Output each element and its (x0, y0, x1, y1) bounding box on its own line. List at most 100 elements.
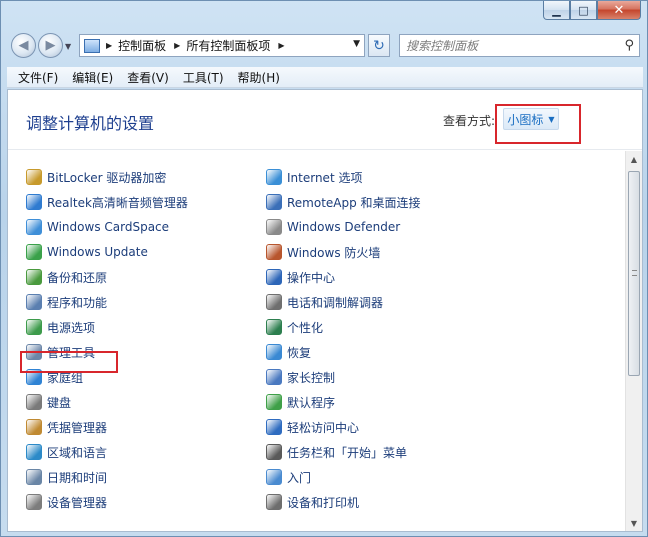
control-panel-item[interactable]: 恢复 (266, 342, 311, 362)
address-bar[interactable]: ▶ 控制面板 ▶ 所有控制面板项 ▶ ▼ (79, 34, 365, 57)
clock-icon (26, 469, 42, 485)
control-panel-item[interactable]: 设备管理器 (26, 492, 107, 512)
region-icon (26, 444, 42, 460)
control-panel-item[interactable]: 凭据管理器 (26, 417, 107, 437)
control-panel-item[interactable]: 家长控制 (266, 367, 335, 387)
control-panel-item[interactable]: Internet 选项 (266, 167, 362, 187)
windows-update-icon (26, 244, 42, 260)
getting-started-icon (266, 469, 282, 485)
control-panel-item[interactable]: 日期和时间 (26, 467, 107, 487)
control-panel-item-label: 电源选项 (47, 320, 96, 335)
control-panel-item[interactable]: Windows Update (26, 242, 148, 262)
control-panel-item[interactable]: 默认程序 (266, 392, 335, 412)
dropdown-arrow-icon: ▼ (548, 114, 555, 124)
control-panel-item-label: 键盘 (47, 395, 72, 410)
search-icon[interactable]: ⚲ (624, 38, 634, 53)
control-panel-item[interactable]: 键盘 (26, 392, 71, 412)
menu-help[interactable]: 帮助(H) (231, 69, 287, 86)
power-icon (26, 319, 42, 335)
realtek-audio-icon (26, 194, 42, 210)
menu-view[interactable]: 查看(V) (120, 69, 176, 86)
control-panel-item-label: 家庭组 (47, 370, 84, 385)
printer-icon (266, 494, 282, 510)
content-header: 调整计算机的设置 查看方式: 小图标 ▼ (8, 90, 642, 150)
control-panel-item-label: 日期和时间 (47, 470, 108, 485)
control-panel-item[interactable]: 区域和语言 (26, 442, 107, 462)
control-panel-item[interactable]: Realtek高清晰音频管理器 (26, 192, 188, 212)
control-panel-item[interactable]: 程序和功能 (26, 292, 107, 312)
breadcrumb-arrow-icon[interactable]: ▶ (106, 41, 112, 50)
page-title: 调整计算机的设置 (26, 114, 155, 133)
search-placeholder: 搜索控制面板 (406, 39, 479, 53)
control-panel-item-label: 管理工具 (47, 345, 96, 360)
control-panel-item-label: 凭据管理器 (47, 420, 108, 435)
address-dropdown-icon[interactable]: ▼ (353, 39, 360, 49)
maximize-button[interactable]: □ (570, 1, 597, 20)
breadcrumb-all-items[interactable]: 所有控制面板项 (186, 37, 270, 54)
control-panel-item[interactable]: 任务栏和「开始」菜单 (266, 442, 407, 462)
recent-pages-chevron-icon[interactable]: ▼ (65, 42, 71, 51)
control-panel-item-label: 任务栏和「开始」菜单 (287, 445, 408, 460)
menu-bar: 文件(F) 编辑(E) 查看(V) 工具(T) 帮助(H) (7, 67, 643, 88)
control-panel-item-label: 程序和功能 (47, 295, 108, 310)
control-panel-item[interactable]: Windows CardSpace (26, 217, 169, 237)
vertical-scrollbar[interactable]: ▲ ▼ (625, 151, 642, 531)
control-panel-item[interactable]: 备份和还原 (26, 267, 107, 287)
breadcrumb-arrow-icon[interactable]: ▶ (174, 41, 180, 50)
control-panel-item-label: 区域和语言 (47, 445, 108, 460)
control-panel-item[interactable]: 入门 (266, 467, 311, 487)
control-panel-item[interactable]: 设备和打印机 (266, 492, 359, 512)
view-by-dropdown[interactable]: 小图标 ▼ (503, 108, 559, 130)
forward-button[interactable]: ▶ (38, 33, 63, 58)
minimize-button[interactable]: ▁ (543, 1, 570, 20)
control-panel-item-label: RemoteApp 和桌面连接 (287, 195, 421, 210)
control-panel-item[interactable]: BitLocker 驱动器加密 (26, 167, 166, 187)
scrollbar-thumb[interactable] (628, 171, 640, 376)
control-panel-item[interactable]: 家庭组 (26, 367, 83, 387)
control-panel-item[interactable]: RemoteApp 和桌面连接 (266, 192, 421, 212)
view-by-value: 小图标 (507, 112, 544, 127)
cardspace-icon (26, 219, 42, 235)
refresh-button[interactable]: ↻ (368, 34, 390, 57)
control-panel-item[interactable]: 电话和调制解调器 (266, 292, 383, 312)
backup-icon (26, 269, 42, 285)
control-panel-item-label: 家长控制 (287, 370, 336, 385)
control-panel-item[interactable]: Windows 防火墙 (266, 242, 380, 262)
control-panel-item[interactable]: Windows Defender (266, 217, 400, 237)
keyboard-icon (26, 394, 42, 410)
control-panel-item-label: 设备和打印机 (287, 495, 360, 510)
search-input[interactable]: 搜索控制面板 ⚲ (399, 34, 640, 57)
menu-edit[interactable]: 编辑(E) (65, 69, 120, 86)
control-panel-item-label: 入门 (287, 470, 312, 485)
control-panel-item[interactable]: 管理工具 (26, 342, 95, 362)
homegroup-icon (26, 369, 42, 385)
control-panel-item[interactable]: 操作中心 (266, 267, 335, 287)
control-panel-item-label: 个性化 (287, 320, 324, 335)
defender-icon (266, 219, 282, 235)
back-button[interactable]: ◀ (11, 33, 36, 58)
breadcrumb-arrow-icon[interactable]: ▶ (278, 41, 284, 50)
control-panel-item-label: 操作中心 (287, 270, 336, 285)
control-panel-item-label: BitLocker 驱动器加密 (47, 170, 167, 185)
control-panel-item-label: 轻松访问中心 (287, 420, 360, 435)
control-panel-item[interactable]: 个性化 (266, 317, 323, 337)
content-pane: 调整计算机的设置 查看方式: 小图标 ▼ BitLocker 驱动器加密 Real… (7, 89, 643, 532)
breadcrumb-control-panel[interactable]: 控制面板 (118, 37, 166, 54)
control-panel-items: BitLocker 驱动器加密 Realtek高清晰音频管理器 Windows Ca… (8, 152, 624, 531)
scroll-up-icon[interactable]: ▲ (626, 151, 642, 168)
action-center-icon (266, 269, 282, 285)
menu-tools[interactable]: 工具(T) (176, 69, 231, 86)
control-panel-item-label: Windows CardSpace (47, 220, 170, 234)
menu-file[interactable]: 文件(F) (11, 69, 65, 86)
control-panel-item-label: Windows Defender (287, 220, 401, 234)
close-button[interactable]: ✕ (597, 1, 641, 20)
control-panel-item-label: 设备管理器 (47, 495, 108, 510)
control-panel-item-label: 恢复 (287, 345, 312, 360)
remoteapp-icon (266, 194, 282, 210)
control-panel-item[interactable]: 轻松访问中心 (266, 417, 359, 437)
taskbar-icon (266, 444, 282, 460)
control-panel-item[interactable]: 电源选项 (26, 317, 95, 337)
control-panel-item-label: 电话和调制解调器 (287, 295, 384, 310)
default-programs-icon (266, 394, 282, 410)
scroll-down-icon[interactable]: ▼ (626, 515, 642, 531)
